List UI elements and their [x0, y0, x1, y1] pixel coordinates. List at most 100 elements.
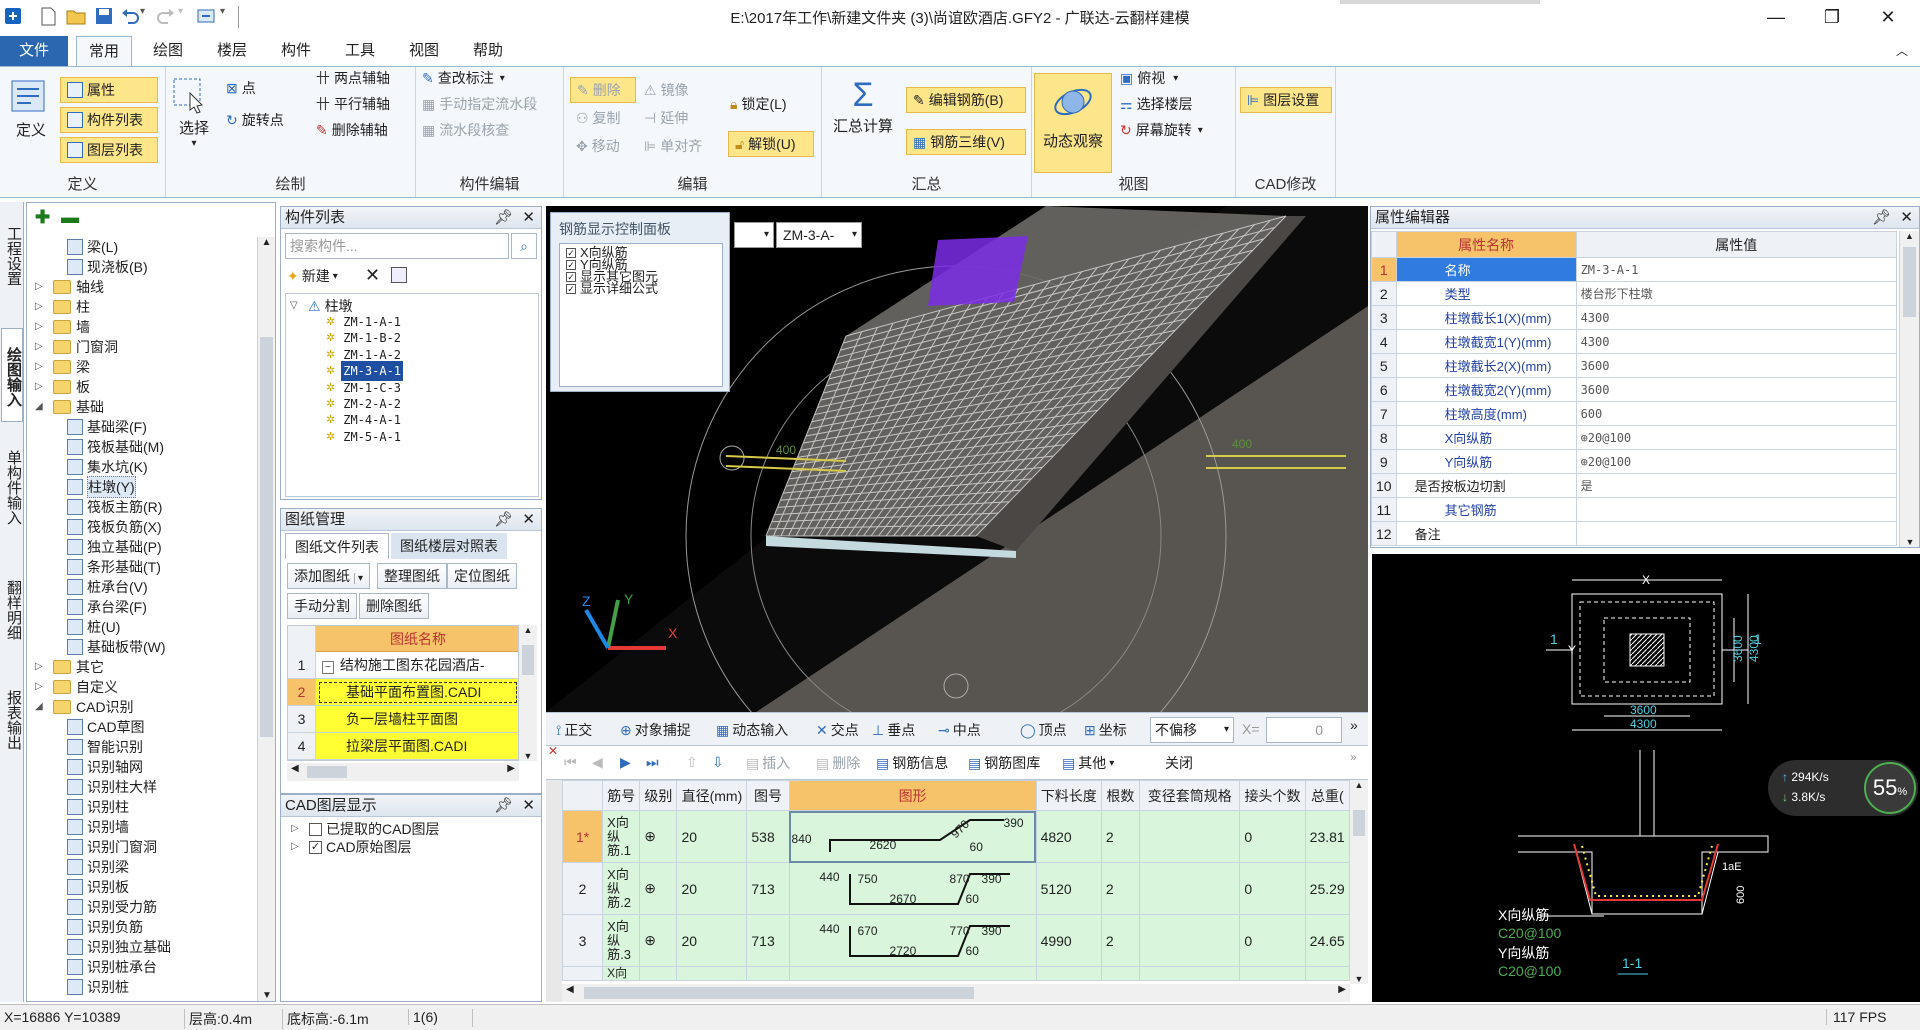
rotate-point-button[interactable]: ↻ 旋转点 [226, 107, 284, 133]
scroll-thumb[interactable] [522, 645, 534, 675]
tree-item[interactable]: 智能识别 [67, 737, 143, 757]
collapse-icon[interactable]: ◢ [35, 697, 47, 717]
move-up-icon[interactable]: ⇧ [686, 754, 698, 771]
rebar-empty-cell[interactable] [676, 966, 748, 981]
rebar-3d-button[interactable]: ▦ 钢筋三维(V) [906, 129, 1026, 155]
checkbox-checked[interactable]: ✓ [566, 247, 576, 258]
property-value[interactable]: 3600 [1575, 377, 1898, 402]
lock-button[interactable]: 🔒︎ 锁定(L) [730, 91, 787, 117]
property-value[interactable]: 楼台形下柱墩 [1575, 281, 1898, 306]
rebar-row[interactable]: 2 X向纵筋.2 ⊕ 20 713 440 750 2670 870 390 60 5120 2 0 25.… [561, 862, 1351, 915]
expand-icon[interactable]: ▷ [35, 657, 47, 677]
rebar-header-cell[interactable]: 图形 [788, 780, 1037, 811]
rebar-shape-cell[interactable]: 440 750 2670 870 390 60 [788, 862, 1037, 915]
mirror-button[interactable]: ⚠ 镜像 [644, 77, 689, 103]
property-value[interactable] [1575, 521, 1898, 546]
rebar-weight-cell[interactable]: 23.81 [1304, 810, 1351, 863]
tree-item[interactable]: 柱墩(Y) [67, 476, 136, 498]
cad-layer-original[interactable]: ▷ ✓ CAD原始图层 [291, 837, 412, 857]
tree-item[interactable]: 梁(L) [67, 237, 118, 257]
checkbox[interactable] [309, 822, 322, 836]
property-row[interactable]: 2 类型 楼台形下柱墩 [1371, 281, 1898, 306]
scroll-up-icon[interactable]: ▲ [1900, 231, 1919, 241]
drawing-table-vscroll[interactable]: ▲ ▼ [519, 625, 537, 761]
parallel-axis-button[interactable]: 卄平行辅轴 [316, 91, 390, 117]
rebar-table-hscroll[interactable]: ◀ ▶ [562, 984, 1350, 1002]
scroll-down-icon[interactable]: ▼ [519, 751, 537, 761]
tree-item[interactable]: 筏板基础(M) [67, 437, 164, 457]
rebar-fig-cell[interactable]: 713 [746, 862, 790, 915]
property-row[interactable]: 8 X向纵筋 ⊕20@100 [1371, 425, 1898, 450]
tab-component[interactable]: 构件 [268, 36, 324, 66]
rebar-row-number[interactable]: 2 [561, 862, 604, 915]
tree-folder[interactable]: ▷ 轴线 [35, 277, 104, 297]
top-view-button[interactable]: ▣ 俯视 ▾ [1120, 65, 1178, 91]
rebar-empty-cell[interactable] [1035, 966, 1102, 981]
property-value[interactable] [1575, 497, 1898, 522]
tree-item[interactable]: 识别受力筋 [67, 897, 157, 917]
rebar-option[interactable]: ✓ 显示详细公式 [566, 282, 658, 295]
move-button[interactable]: ✥ 移动 [576, 133, 620, 159]
rebar-row[interactable]: 1* X向纵筋.1 ⊕ 20 538 840 2620 970 390 60 4820 2 0 23.81 [561, 810, 1351, 863]
tree-item[interactable]: 识别负筋 [67, 917, 143, 937]
rebar-header-cell[interactable]: 接头个数 [1239, 780, 1306, 811]
rebar-count-cell[interactable]: 2 [1100, 914, 1141, 967]
tree-item[interactable]: 识别门窗洞 [67, 837, 157, 857]
drawing-row-number[interactable]: 2 [288, 679, 316, 706]
rebar-header-cell[interactable]: 总重( [1304, 780, 1351, 811]
last-record-icon[interactable]: ⏭ [646, 754, 659, 771]
close-rebar-icon[interactable]: ✕ [548, 744, 558, 758]
expand-all-icon[interactable]: ✚ [35, 207, 50, 228]
property-name[interactable]: 名称 [1395, 257, 1577, 282]
rebar-sleeve-cell[interactable] [1138, 810, 1241, 863]
rebar-header-cell[interactable]: 下料长度 [1035, 780, 1102, 811]
scroll-up-icon[interactable]: ▲ [519, 625, 537, 635]
pin-icon[interactable]: 📌︎ [494, 207, 513, 229]
dynamic-view-button[interactable]: 动态观察 [1034, 73, 1112, 173]
collapse-ribbon-icon[interactable]: ︿ [1890, 36, 1914, 66]
tree-item[interactable]: 桩承台(V) [67, 577, 148, 597]
property-name[interactable]: 柱墩截宽2(Y)(mm) [1395, 377, 1577, 402]
delete-drawing-button[interactable]: 删除图纸 [359, 593, 429, 619]
copy-component-icon[interactable] [391, 267, 407, 283]
layer-list-button[interactable]: 图层列表 [60, 137, 158, 163]
move-down-icon[interactable]: ⇩ [712, 754, 724, 771]
point-button[interactable]: ⊠ 点 [226, 75, 256, 101]
maximize-button[interactable]: ❐ [1812, 4, 1852, 30]
more-icon[interactable]: » [1350, 717, 1358, 733]
scroll-thumb[interactable] [307, 766, 347, 778]
x-input[interactable]: 0 [1266, 717, 1342, 743]
rebar-header-cell[interactable]: 图号 [746, 780, 790, 811]
close-panel-icon[interactable]: ✕ [1900, 207, 1913, 229]
component-item[interactable]: ✲ ZM-5-A-1 [326, 429, 403, 445]
tree-item[interactable]: 集水坑(K) [67, 457, 148, 477]
minimize-button[interactable]: — [1756, 4, 1796, 30]
tab-tools[interactable]: 工具 [332, 36, 388, 66]
snap-toggle[interactable]: ✕ 交点 [816, 717, 859, 743]
add-drawing-dropdown-icon[interactable]: ▾ [354, 573, 364, 584]
rebar-toolbar-overflow-icon[interactable]: » [1350, 750, 1357, 764]
property-row[interactable]: 7 柱墩高度(mm) 600 [1371, 401, 1898, 426]
expand-icon[interactable]: ▷ [291, 837, 303, 857]
first-record-icon[interactable]: ⏮ [564, 754, 577, 771]
property-value[interactable]: 4300 [1575, 305, 1898, 330]
rebar-header-cell[interactable]: 变径套筒规格 [1138, 780, 1241, 811]
scroll-up-icon[interactable]: ▲ [258, 237, 275, 248]
tree-folder[interactable]: ▷ 自定义 [35, 677, 118, 697]
side-tab-project[interactable]: 工程设置 [2, 226, 22, 286]
rebar-empty-cell[interactable] [1100, 966, 1141, 981]
scroll-down-icon[interactable]: ▼ [1350, 974, 1368, 984]
property-name[interactable]: 柱墩截宽1(Y)(mm) [1395, 329, 1577, 354]
rebar-dia-cell[interactable]: 20 [676, 810, 748, 863]
rebar-shape-cell[interactable]: 440 670 2720 770 390 60 [788, 914, 1037, 967]
collapse-icon[interactable]: ▽ [290, 296, 302, 316]
rebar-empty-cell[interactable] [1138, 966, 1241, 981]
edit-rebar-button[interactable]: ✎ 编辑钢筋(B) [906, 87, 1026, 113]
property-value[interactable]: 3600 [1575, 353, 1898, 378]
rebar-grade-cell[interactable]: ⊕ [639, 810, 678, 863]
rebar-empty-cell[interactable] [746, 966, 790, 981]
expand-icon[interactable]: ▷ [291, 819, 303, 839]
snap-toggle[interactable]: ⊞ 坐标 [1084, 717, 1127, 743]
expand-icon[interactable]: ▷ [35, 277, 47, 297]
tree-item[interactable]: 识别柱大样 [67, 777, 157, 797]
